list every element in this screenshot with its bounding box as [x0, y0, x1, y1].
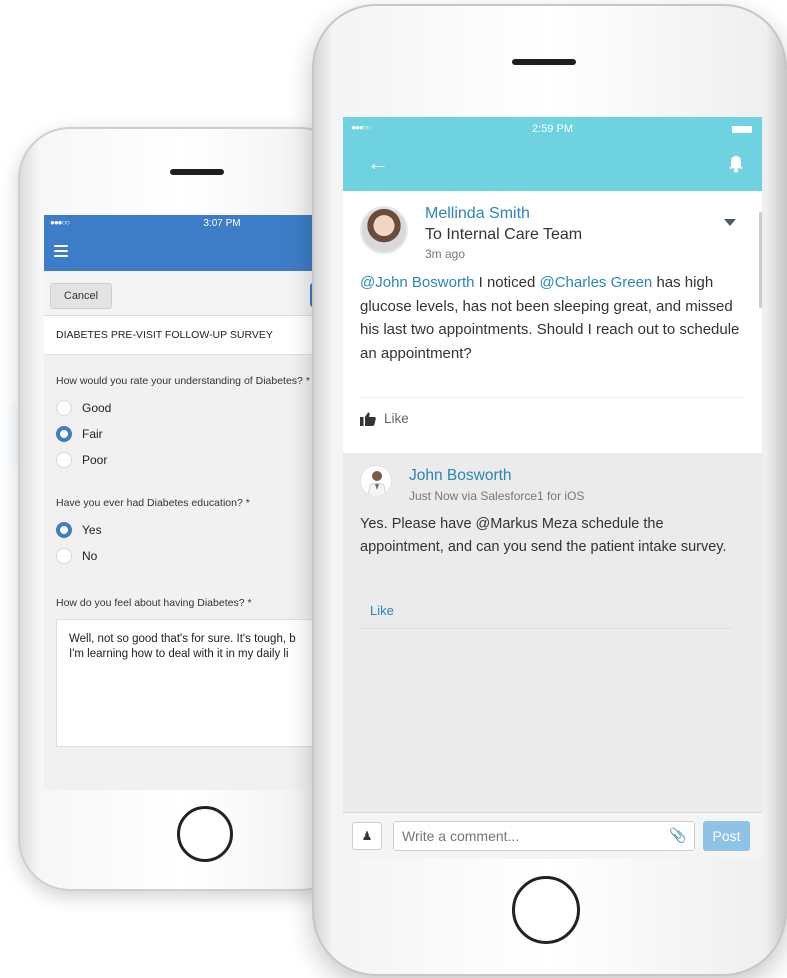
chevron-down-icon[interactable] [724, 219, 736, 226]
post-recipient: To Internal Care Team [425, 226, 583, 243]
comment-body: Yes. Please have @Markus Meza schedule t… [360, 516, 727, 555]
comment-input[interactable] [393, 821, 695, 851]
post-author[interactable]: Mellinda Smith [425, 205, 530, 223]
like-label: Like [384, 411, 409, 426]
comment-author[interactable]: John Bosworth [409, 467, 512, 485]
radio-option-good[interactable]: Good [56, 395, 350, 421]
status-bar: ●●●○○ 2:59 PM [343, 123, 762, 137]
question-label: How do you feel about having Diabetes? * [56, 597, 252, 609]
bell-icon[interactable] [728, 155, 744, 173]
post-body: @John Bosworth I noticed @Charles Green … [360, 271, 740, 365]
home-button[interactable] [512, 876, 580, 944]
survey-screen: ●●●○○ 3:07 PM Cancel DIABETES PRE-VISIT … [44, 215, 350, 790]
scrollbar[interactable] [759, 212, 762, 308]
avatar[interactable] [360, 206, 408, 254]
option-label: Yes [82, 523, 102, 537]
survey-body: How would you rate your understanding of… [44, 375, 350, 747]
status-time: 2:59 PM [532, 123, 573, 135]
status-bar: ●●●○○ 3:07 PM [44, 215, 350, 233]
front-phone: ●●●○○ 2:59 PM ← Mellinda Smith To Intern… [312, 4, 787, 976]
comment-like-link[interactable]: Like [370, 603, 394, 618]
survey-toolbar: Cancel [44, 271, 350, 316]
avatar[interactable] [360, 465, 392, 497]
home-button[interactable] [177, 806, 233, 862]
post-button[interactable]: Post [703, 821, 750, 851]
radio-option-yes[interactable]: Yes [56, 517, 350, 543]
divider [360, 397, 745, 398]
divider [360, 628, 732, 629]
cancel-button[interactable]: Cancel [50, 283, 112, 309]
paperclip-icon[interactable]: 📎 [669, 827, 686, 844]
mention-link[interactable]: @Charles Green [540, 274, 653, 291]
survey-title: DIABETES PRE-VISIT FOLLOW-UP SURVEY [44, 316, 350, 355]
answer-textarea[interactable]: Well, not so good that's for sure. It's … [56, 619, 348, 747]
speaker-slot [512, 59, 576, 65]
feed-post: Mellinda Smith To Internal Care Team 3m … [343, 191, 762, 453]
hamburger-icon[interactable] [54, 245, 68, 257]
back-phone: ●●●○○ 3:07 PM Cancel DIABETES PRE-VISIT … [18, 127, 352, 891]
radio-button[interactable] [56, 548, 72, 564]
radio-button-selected[interactable] [56, 426, 72, 442]
radio-button[interactable] [56, 400, 72, 416]
option-label: Fair [82, 427, 103, 441]
option-label: Good [82, 401, 112, 415]
post-timestamp: 3m ago [425, 247, 466, 261]
question-label: Have you ever had Diabetes education? * [56, 497, 250, 509]
doctor-avatar-icon [367, 471, 387, 496]
radio-option-poor[interactable]: Poor [56, 447, 350, 473]
radio-button[interactable] [56, 452, 72, 468]
status-time: 3:07 PM [203, 218, 241, 229]
post-text: I noticed [474, 274, 540, 291]
comment-composer: ♟ 📎 Post [343, 812, 762, 859]
radio-button-selected[interactable] [56, 522, 72, 538]
feed-header: ●●●○○ 2:59 PM ← [343, 117, 762, 191]
mention-link[interactable]: @John Bosworth [360, 274, 474, 291]
speaker-slot [170, 169, 224, 175]
radio-option-fair[interactable]: Fair [56, 421, 350, 447]
option-label: No [82, 549, 98, 563]
comment-thread: John Bosworth Just Now via Salesforce1 f… [343, 453, 762, 813]
share-person-icon[interactable]: ♟ [352, 822, 382, 850]
like-button[interactable]: Like [360, 411, 409, 426]
option-label: Poor [82, 453, 108, 467]
feed-screen: ●●●○○ 2:59 PM ← Mellinda Smith To Intern… [343, 117, 762, 859]
radio-option-no[interactable]: No [56, 543, 350, 569]
question-label: How would you rate your understanding of… [56, 375, 310, 387]
thumbs-up-icon [360, 412, 376, 426]
battery-icon [732, 126, 752, 133]
comment-timestamp: Just Now via Salesforce1 for iOS [409, 489, 585, 503]
back-arrow-icon[interactable]: ← [367, 152, 389, 174]
nav-bar [44, 233, 350, 271]
